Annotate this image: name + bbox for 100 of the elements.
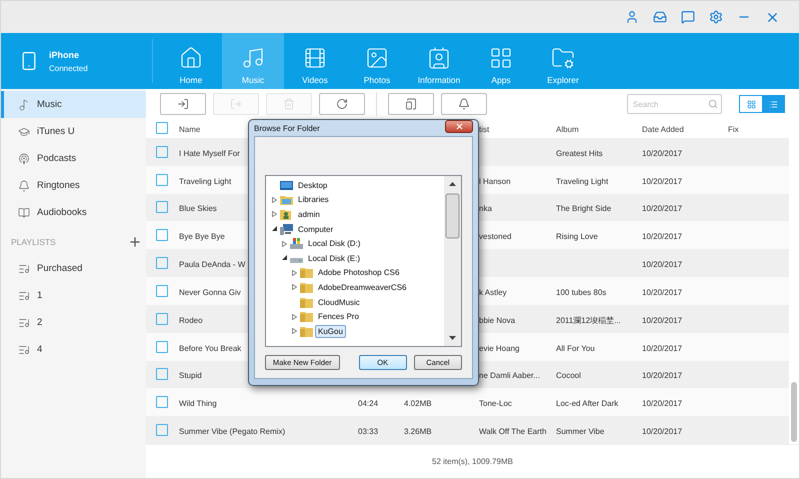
table-cell-text: nka — [478, 204, 492, 214]
folder-tree-item[interactable]: Desktop — [295, 178, 330, 192]
dialog-close-button[interactable] — [445, 120, 473, 133]
row-checkbox[interactable] — [156, 229, 168, 242]
graduation-cap-icon — [18, 126, 30, 138]
sidebar-item[interactable]: Music — [1, 91, 146, 118]
settings-button[interactable] — [707, 8, 725, 26]
collapsed-arrow-icon[interactable] — [292, 284, 296, 290]
add-playlist-icon[interactable] — [128, 235, 142, 249]
row-checkbox[interactable] — [156, 312, 168, 325]
tablet-button[interactable] — [388, 93, 434, 115]
library-icon — [280, 194, 293, 206]
row-checkbox[interactable] — [156, 257, 168, 270]
playlist-icon — [18, 290, 30, 302]
table-cell: 10/20/2017 — [642, 316, 682, 325]
chat-button[interactable] — [679, 8, 697, 26]
folder-tree-item[interactable]: KuGou — [315, 324, 346, 338]
folder-tree-item[interactable]: Libraries — [295, 193, 332, 206]
folder-tree-item[interactable]: Local Disk (D:) — [305, 237, 364, 250]
import-button[interactable] — [160, 93, 206, 115]
collapsed-arrow-icon[interactable] — [292, 328, 296, 334]
folder-icon — [300, 326, 313, 337]
table-cell: 10/20/2017 — [642, 344, 682, 353]
trash-icon — [283, 98, 295, 110]
table-cell: 10/20/2017 — [642, 148, 682, 158]
row-checkbox[interactable] — [156, 424, 168, 436]
list-view-button[interactable] — [762, 96, 784, 112]
folder-tree-item[interactable]: Fences Pro — [315, 310, 362, 324]
folder-tree-item[interactable]: AdobeDreamweaverCS6 — [315, 280, 410, 294]
table-cell: 10/20/2017 — [642, 204, 682, 214]
column-header[interactable]: Date Added — [642, 125, 684, 134]
column-header[interactable]: Album — [556, 125, 579, 134]
scrollbar[interactable] — [444, 176, 461, 346]
table-cell: 10/20/2017 — [642, 371, 682, 380]
select-all-checkbox[interactable] — [156, 122, 168, 134]
scrollbar-thumb[interactable] — [791, 382, 797, 442]
status-text: 52 item(s), 1009.79MB — [432, 457, 513, 466]
row-checkbox[interactable] — [156, 340, 168, 353]
row-checkbox[interactable] — [156, 201, 168, 214]
folder-tree-item[interactable]: Adobe Photoshop CS6 — [315, 266, 402, 280]
row-checkbox[interactable] — [156, 284, 168, 297]
table-cell: 100 tubes 80s — [556, 288, 606, 297]
collapsed-arrow-icon[interactable] — [272, 211, 276, 218]
table-cell: 10/20/2017 — [642, 260, 682, 270]
table-cell: Cocool — [556, 371, 581, 380]
row-checkbox[interactable] — [156, 146, 168, 158]
playlist-icon — [18, 262, 30, 274]
collapsed-arrow-icon[interactable] — [282, 240, 286, 247]
row-checkbox[interactable] — [156, 396, 168, 408]
tablet-icon — [405, 98, 417, 110]
sidebar-item[interactable]: Ringtones — [1, 172, 146, 199]
refresh-button[interactable] — [319, 93, 365, 115]
folder-tree-item[interactable]: admin — [295, 208, 323, 221]
collapsed-arrow-icon[interactable] — [292, 314, 296, 320]
expanded-arrow-icon[interactable] — [272, 226, 276, 232]
grid-icon — [746, 100, 756, 108]
export-icon — [230, 98, 242, 110]
book-icon — [18, 206, 30, 218]
playlist-item[interactable]: Purchased — [1, 255, 146, 282]
close-icon — [454, 122, 464, 131]
column-header[interactable]: Fix — [728, 125, 739, 134]
playlists-heading: PLAYLISTS — [11, 237, 56, 247]
collapsed-arrow-icon[interactable] — [292, 270, 296, 276]
bell-button[interactable] — [441, 93, 487, 115]
sidebar-item[interactable]: iTunes U — [1, 118, 146, 145]
table-cell: 10/20/2017 — [642, 176, 682, 186]
image-icon — [365, 46, 389, 70]
list-icon — [768, 100, 778, 108]
table-cell: Before You Break — [179, 344, 242, 353]
table-cell: 4.02MB — [404, 399, 432, 408]
music-icon — [241, 46, 265, 70]
playlist-item[interactable]: 4 — [1, 336, 146, 363]
dialog-title: Browse For Folder — [254, 124, 320, 132]
playlist-icon — [18, 316, 30, 328]
column-header[interactable]: Name — [179, 125, 200, 134]
table-cell-text: l Hanson — [478, 176, 511, 186]
row-checkbox[interactable] — [156, 174, 168, 186]
table-cell: Traveling Light — [556, 176, 608, 186]
playlist-item[interactable]: 2 — [1, 309, 146, 336]
table-cell: Summer Vibe — [556, 427, 604, 436]
folder-tree-item[interactable]: Computer — [295, 222, 336, 236]
import-icon — [177, 98, 189, 110]
device-name: iPhone — [49, 50, 80, 60]
sidebar-item[interactable]: Podcasts — [1, 145, 146, 172]
table-cell: Loc-ed After Dark — [556, 399, 618, 408]
sidebar-item[interactable]: Audiobooks — [1, 199, 146, 226]
table-cell: 10/20/2017 — [642, 427, 682, 436]
podcast-icon — [18, 152, 30, 164]
contact-icon — [427, 46, 451, 70]
folder-icon — [300, 267, 313, 278]
table-cell: 2011瀾12埈稲埜... — [556, 316, 621, 325]
search-field[interactable]: Search — [627, 94, 722, 114]
table-cell-text: k Astley — [478, 288, 507, 297]
folder-tree-item[interactable]: CloudMusic — [315, 296, 363, 309]
collapsed-arrow-icon[interactable] — [272, 196, 276, 203]
folder-tree-item[interactable]: Local Disk (E:) — [305, 252, 364, 265]
playlist-item[interactable]: 1 — [1, 282, 146, 309]
row-checkbox[interactable] — [156, 368, 168, 380]
expanded-arrow-icon[interactable] — [282, 255, 286, 262]
grid-icon — [489, 46, 513, 70]
